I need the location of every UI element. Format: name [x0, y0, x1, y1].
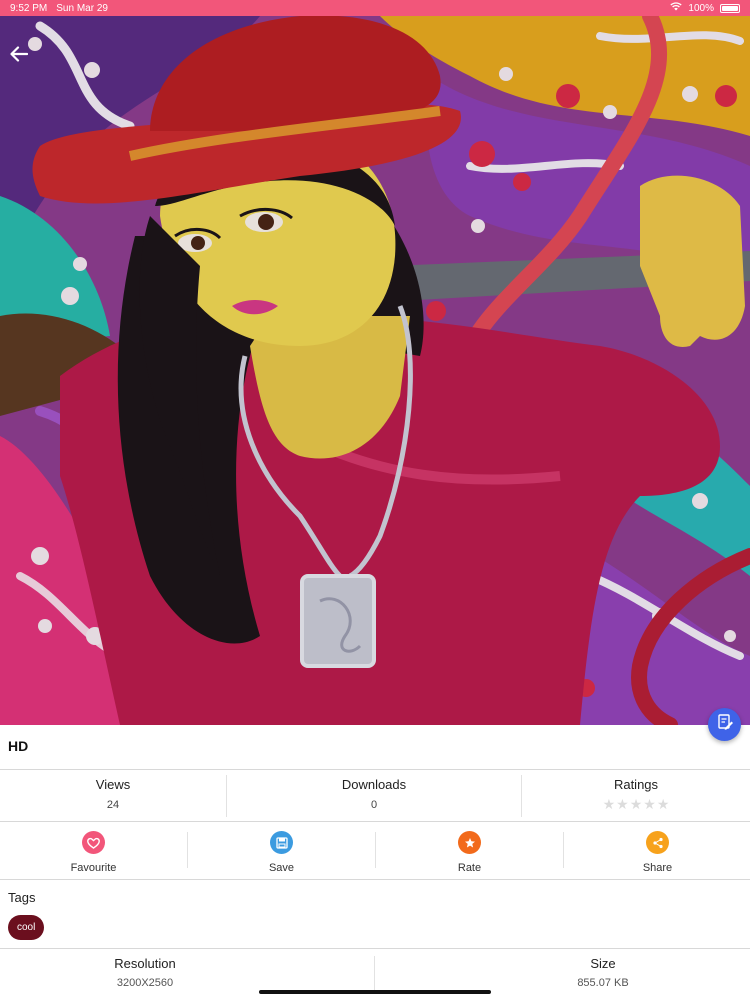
ratings-stat: Ratings ★ ★ ★ ★ ★ [522, 771, 750, 821]
tags-title: Tags [8, 890, 36, 905]
save-icon [270, 831, 293, 854]
actions-row: Favourite Save Rate Share [0, 822, 750, 880]
divider [0, 948, 750, 949]
size-label: Size [590, 956, 616, 971]
rating-star-icon: ★ [629, 796, 643, 812]
favourite-label: Favourite [70, 862, 117, 874]
back-arrow-icon [10, 46, 28, 62]
battery-icon [720, 3, 740, 13]
quality-label: HD [8, 738, 29, 754]
save-button[interactable]: Save [188, 822, 375, 880]
size-info: Size 855.07 KB [458, 950, 748, 989]
rate-label: Rate [457, 862, 482, 874]
views-value: 24 [106, 799, 120, 811]
divider [0, 769, 750, 770]
ratings-label: Ratings [613, 777, 659, 792]
save-label: Save [268, 862, 295, 874]
share-button[interactable]: Share [564, 822, 750, 880]
wifi-icon [670, 2, 683, 14]
heart-icon [82, 831, 105, 854]
rating-star-icon: ★ [602, 796, 616, 812]
status-time: 9:52 PM [10, 2, 48, 14]
home-indicator [259, 990, 491, 994]
resolution-label: Resolution [114, 956, 176, 971]
views-stat: Views 24 [0, 771, 226, 821]
rating-stars: ★ ★ ★ ★ ★ [522, 797, 750, 811]
tag-chip[interactable]: cool [8, 915, 45, 940]
divider [0, 879, 750, 880]
edit-fab-button[interactable] [708, 708, 741, 741]
share-icon [646, 831, 669, 854]
resolution-info: Resolution 3200X2560 [0, 950, 290, 989]
star-icon [458, 831, 481, 854]
favourite-button[interactable]: Favourite [0, 822, 187, 880]
rating-star-icon: ★ [616, 796, 629, 812]
status-bar: 9:52 PM Sun Mar 29 100% [0, 0, 750, 16]
wallpaper-image[interactable] [0, 16, 750, 725]
rating-star-icon: ★ [643, 796, 656, 812]
battery-percent: 100% [688, 2, 714, 14]
views-label: Views [95, 777, 131, 792]
status-date: Sun Mar 29 [56, 2, 108, 14]
size-value: 855.07 KB [577, 977, 629, 989]
divider [374, 956, 375, 992]
edit-document-icon [716, 713, 734, 736]
downloads-stat: Downloads 0 [227, 771, 521, 821]
downloads-label: Downloads [341, 777, 407, 792]
share-label: Share [642, 862, 673, 874]
resolution-value: 3200X2560 [116, 977, 174, 989]
wallpaper-artwork [0, 16, 750, 725]
rate-button[interactable]: Rate [376, 822, 563, 880]
rating-star-icon: ★ [656, 796, 670, 812]
downloads-value: 0 [370, 799, 378, 811]
stats-row: Views 24 Downloads 0 Ratings ★ ★ ★ ★ ★ [0, 771, 750, 821]
back-button[interactable] [8, 44, 30, 64]
